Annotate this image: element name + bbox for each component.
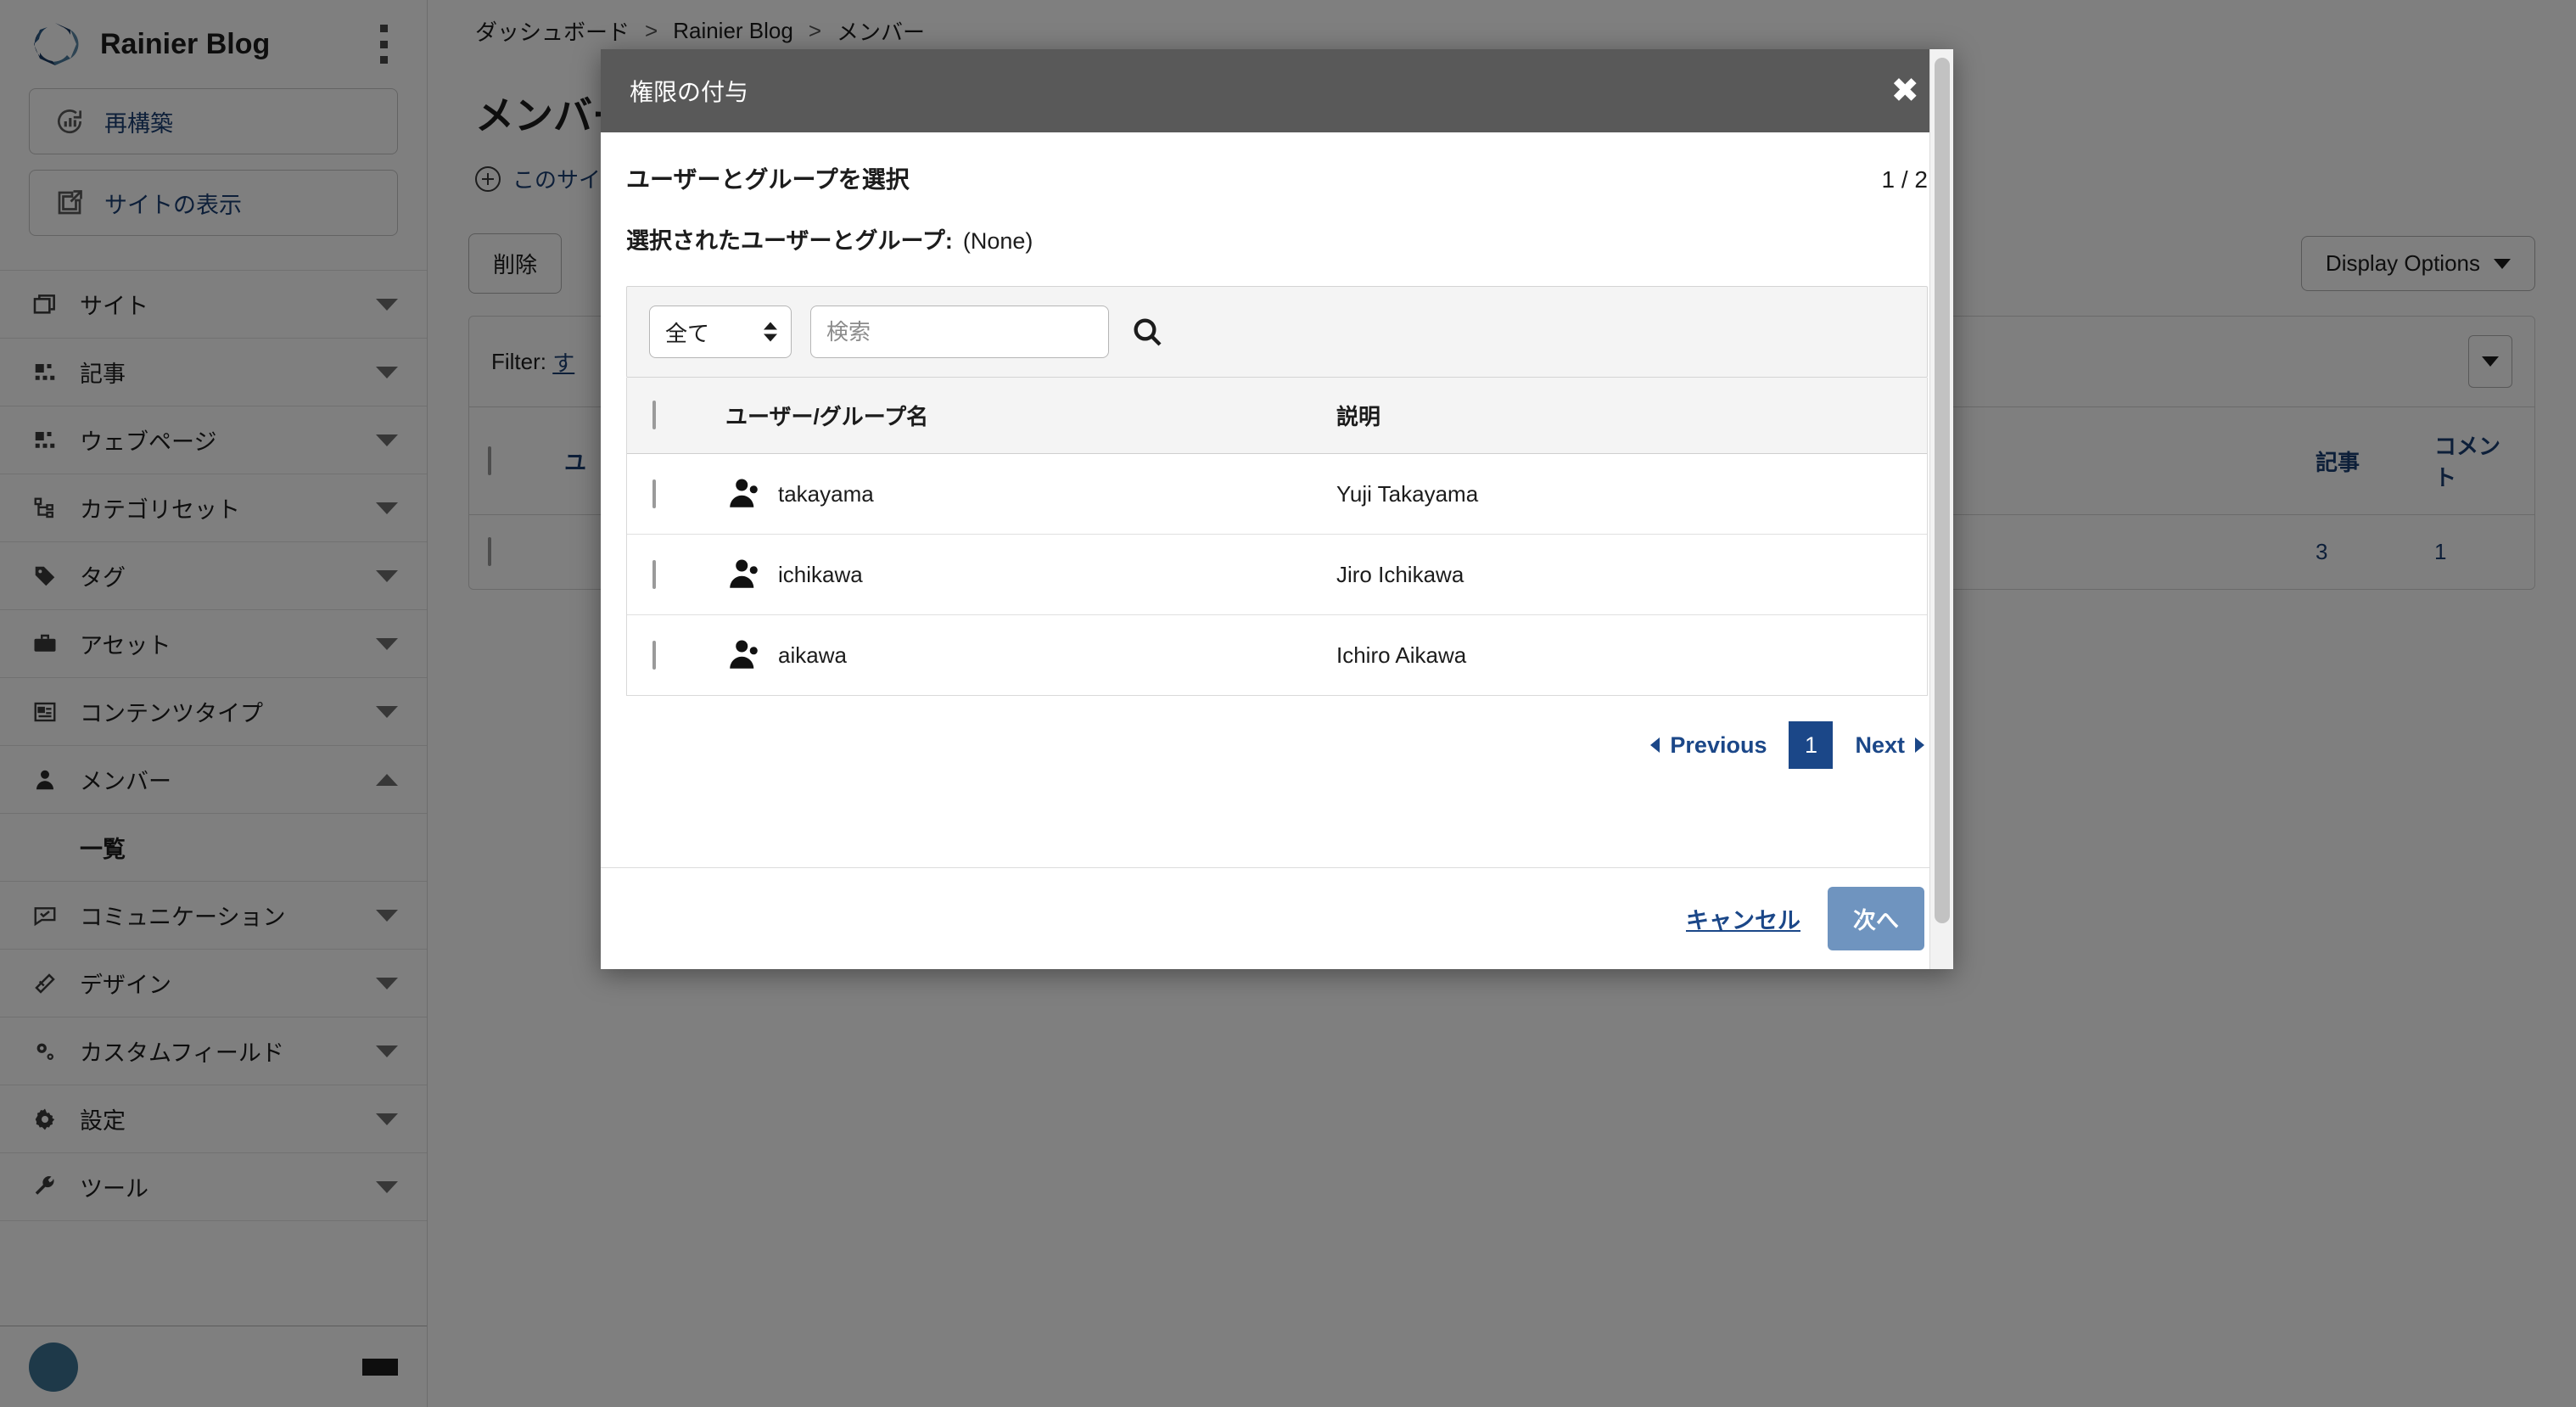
cell-description: Yuji Takayama <box>1336 453 1927 535</box>
modal-section-title: ユーザーとグループを選択 <box>626 166 910 193</box>
selected-users-value: (None) <box>962 228 1033 254</box>
filter-type-select[interactable]: 全て <box>649 306 792 358</box>
step-indicator: 1 / 2 <box>1881 166 1928 193</box>
close-icon[interactable]: ✖ <box>1885 74 1924 108</box>
row-checkbox[interactable] <box>652 640 656 670</box>
column-header-description: 説明 <box>1336 378 1927 454</box>
cell-name: takayama <box>778 480 874 507</box>
selected-users-label: 選択されたユーザーとグループ: <box>626 228 953 254</box>
table-row[interactable]: takayama Yuji Takayama <box>627 453 1927 535</box>
user-icon <box>725 476 761 512</box>
grant-permission-modal: 権限の付与 ✖ ユーザーとグループを選択 1 / 2 選択されたユーザーとグルー… <box>601 49 1953 969</box>
table-row[interactable]: ichikawa Jiro Ichikawa <box>627 534 1927 615</box>
cell-name: ichikawa <box>778 561 863 587</box>
table-row[interactable]: aikawa Ichiro Aikawa <box>627 615 1927 696</box>
modal-scrollbar[interactable] <box>1929 49 1953 969</box>
search-panel: 全て <box>626 286 1928 378</box>
modal-section-row: ユーザーとグループを選択 1 / 2 <box>626 161 1928 195</box>
filter-type-value: 全て <box>665 320 710 346</box>
user-group-table: ユーザー/グループ名 説明 takayama Yuji Takayama ich… <box>627 378 1927 695</box>
modal-header: 権限の付与 ✖ <box>601 49 1953 132</box>
pagination-next[interactable]: Next <box>1855 732 1924 759</box>
modal-title: 権限の付与 <box>630 79 749 105</box>
column-header-name: ユーザー/グループ名 <box>725 404 929 429</box>
user-icon <box>725 557 761 592</box>
cancel-button[interactable]: キャンセル <box>1686 902 1800 935</box>
select-all-checkbox[interactable] <box>652 401 656 429</box>
selected-users-row: 選択されたユーザーとグループ: (None) <box>626 222 1928 255</box>
cell-name: aikawa <box>778 642 847 668</box>
search-icon[interactable] <box>1128 312 1167 351</box>
table-header-row: ユーザー/グループ名 説明 <box>627 378 1927 454</box>
row-checkbox[interactable] <box>652 479 656 508</box>
modal-scrollbar-thumb[interactable] <box>1935 58 1950 923</box>
select-arrows-icon <box>764 322 777 342</box>
cell-description: Jiro Ichikawa <box>1336 534 1927 615</box>
pagination-next-label: Next <box>1855 732 1905 758</box>
pagination-page-1[interactable]: 1 <box>1789 721 1834 769</box>
row-checkbox[interactable] <box>652 559 656 589</box>
pagination: Previous 1 Next <box>626 696 1928 769</box>
user-group-table-wrap: ユーザー/グループ名 説明 takayama Yuji Takayama ich… <box>626 378 1928 696</box>
modal-footer: キャンセル 次へ <box>601 867 1953 969</box>
cell-description: Ichiro Aikawa <box>1336 642 1467 668</box>
search-input[interactable] <box>810 306 1109 358</box>
pagination-previous-label: Previous <box>1670 732 1767 758</box>
next-button[interactable]: 次へ <box>1828 887 1924 950</box>
chevron-right-icon <box>1915 737 1924 753</box>
modal-body: ユーザーとグループを選択 1 / 2 選択されたユーザーとグループ: (None)… <box>601 132 1953 867</box>
pagination-previous[interactable]: Previous <box>1650 732 1767 759</box>
user-icon <box>725 637 761 673</box>
chevron-left-icon <box>1650 737 1660 753</box>
